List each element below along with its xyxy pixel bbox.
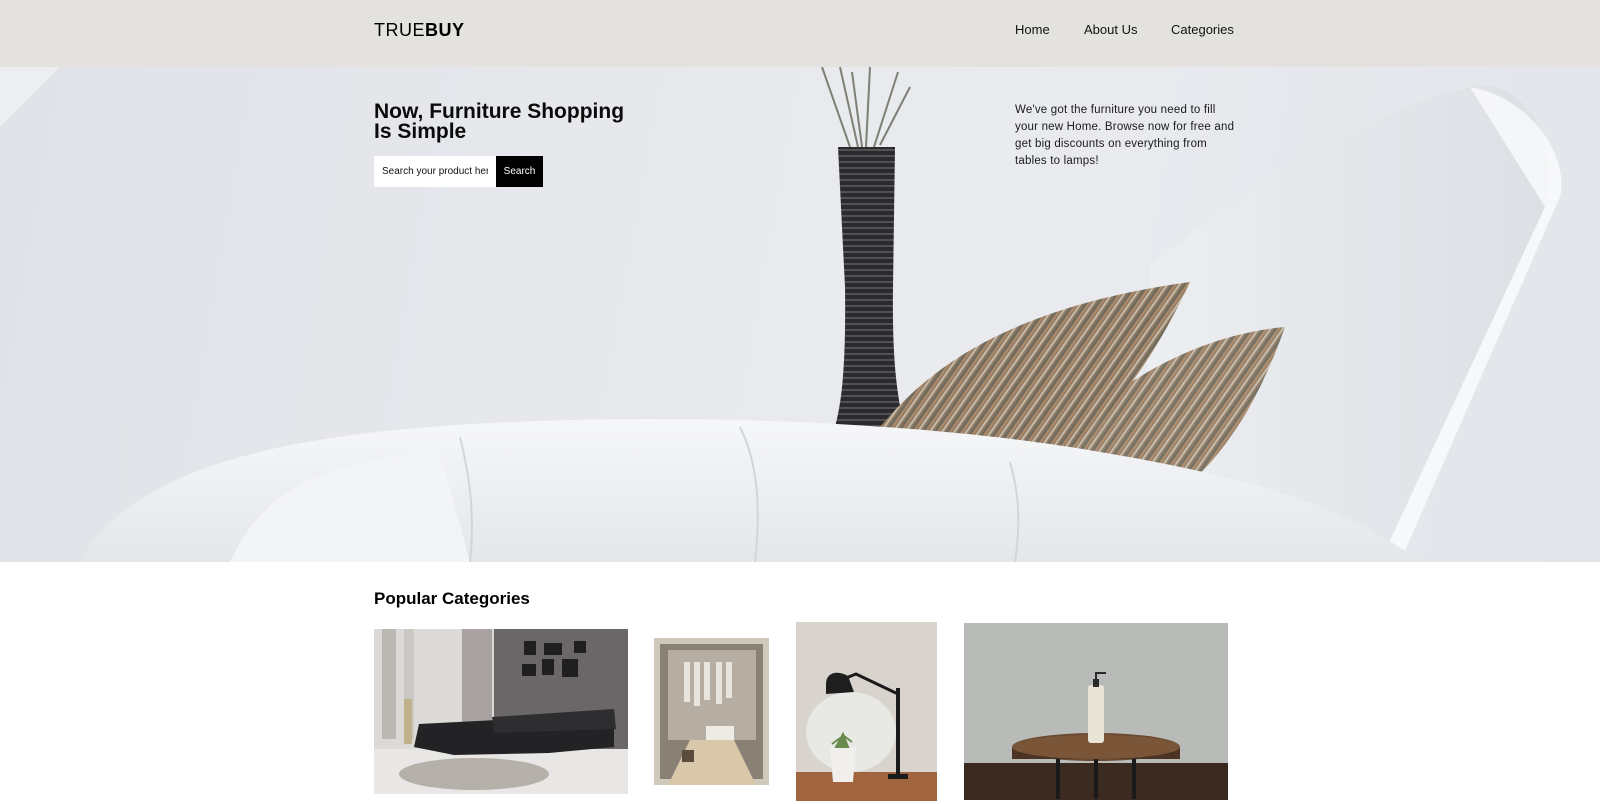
search-input[interactable] xyxy=(374,156,496,187)
site-header: TRUEBUY Home About Us Categories xyxy=(0,0,1600,67)
hero-section: Now, Furniture Shopping Is Simple Search… xyxy=(0,67,1600,562)
hero-description: We've got the furniture you need to fill… xyxy=(1015,104,1235,167)
nav-categories-link[interactable]: Categories xyxy=(1171,22,1234,38)
hero-title: Now, Furniture Shopping Is Simple xyxy=(374,100,625,143)
logo-text-bold: BUY xyxy=(425,20,465,40)
category-table-image[interactable] xyxy=(964,623,1228,800)
logo[interactable]: TRUEBUY xyxy=(374,19,465,41)
search-button[interactable]: Search xyxy=(496,156,543,187)
popular-categories-title: Popular Categories xyxy=(374,589,530,608)
category-lamp-image[interactable] xyxy=(796,622,937,801)
nav-about-link[interactable]: About Us xyxy=(1084,22,1137,38)
logo-text-light: TRUE xyxy=(374,20,425,40)
category-sofa-image[interactable] xyxy=(374,629,628,794)
nav-home-link[interactable]: Home xyxy=(1015,22,1050,38)
hero-background-image xyxy=(0,67,1562,562)
category-closet-image[interactable] xyxy=(654,638,769,785)
